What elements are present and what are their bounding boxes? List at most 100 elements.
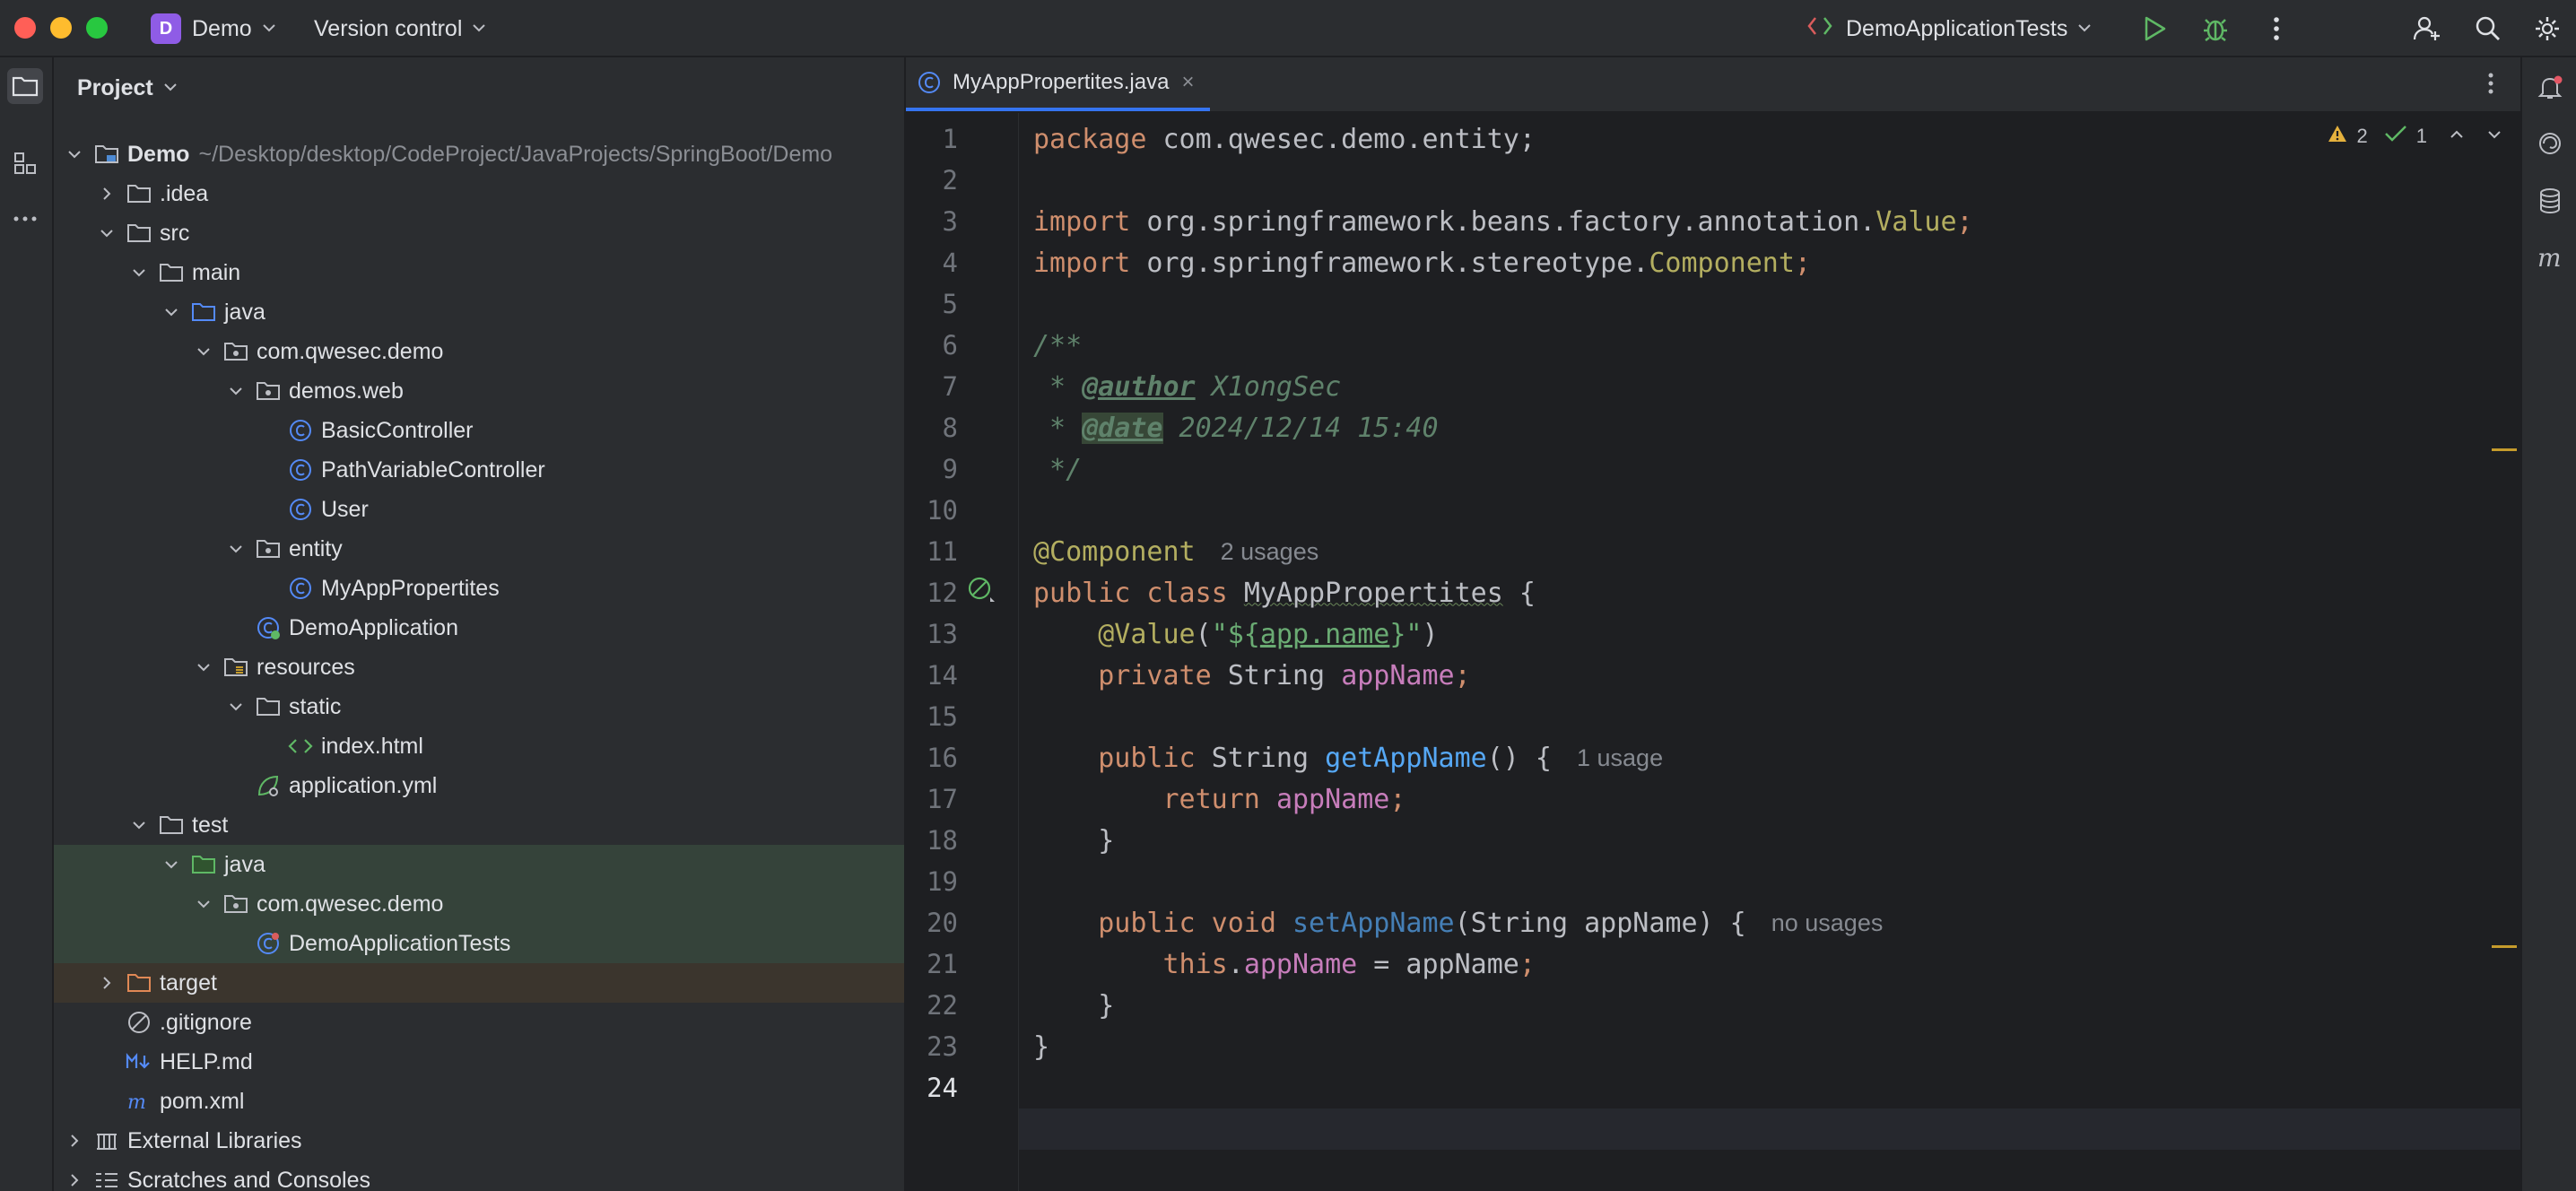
test-class-icon (255, 930, 282, 957)
code-text: = appName (1357, 948, 1519, 980)
tree-node-resources[interactable]: resources (54, 648, 904, 687)
usages-hint[interactable]: no usages (1771, 909, 1884, 937)
tree-node-class[interactable]: DemoApplication (54, 608, 904, 648)
tree-node-file[interactable]: index.html (54, 726, 904, 766)
tree-node-label: com.qwesec.demo (257, 891, 444, 917)
tree-node-package-selected[interactable]: entity (54, 529, 904, 569)
tree-node-file[interactable]: HELP.md (54, 1042, 904, 1082)
chevron-down-icon[interactable] (97, 213, 117, 253)
bean-gutter-icon[interactable] (965, 574, 997, 606)
more-options-icon[interactable] (2262, 14, 2291, 43)
class-icon (917, 70, 942, 95)
tree-node-scratches[interactable]: Scratches and Consoles (54, 1161, 904, 1191)
close-window-button[interactable] (14, 17, 36, 39)
scratches-icon (93, 1167, 120, 1191)
test-source-folder-icon (190, 851, 217, 878)
tree-node-class[interactable]: User (54, 490, 904, 529)
tree-node-class[interactable]: MyAppPropertites (54, 569, 904, 608)
line-number: 20 (927, 908, 958, 938)
line-number: 22 (927, 990, 958, 1021)
string: "${ (1211, 618, 1260, 650)
tree-node-package[interactable]: com.qwesec.demo (54, 332, 904, 371)
maximize-window-button[interactable] (86, 17, 108, 39)
field-name: appName (1243, 948, 1358, 980)
chevron-down-icon[interactable] (226, 371, 246, 411)
tree-node-idea[interactable]: .idea (54, 174, 904, 213)
chevron-right-icon[interactable] (97, 174, 117, 213)
class-name: MyAppPropertites (1243, 577, 1503, 609)
tree-node-class[interactable]: PathVariableController (54, 450, 904, 490)
project-panel-title: Project (77, 74, 153, 100)
more-tools-icon[interactable] (7, 201, 43, 237)
usages-hint[interactable]: 2 usages (1221, 538, 1319, 566)
tree-node-test-package[interactable]: com.qwesec.demo (54, 884, 904, 924)
chevron-down-icon[interactable] (161, 845, 181, 884)
line-number: 8 (942, 413, 958, 443)
search-icon[interactable] (2474, 14, 2502, 43)
semicolon: ; (1389, 783, 1406, 815)
code-area[interactable]: package com.qwesec.demo.entity; import o… (1019, 113, 2520, 1191)
chevron-down-icon[interactable] (65, 135, 84, 174)
chevron-right-icon[interactable] (65, 1121, 84, 1161)
annotation-class: Value (1875, 205, 1957, 238)
chevron-down-icon[interactable] (194, 332, 213, 371)
project-path: ~/Desktop/desktop/CodeProject/JavaProjec… (198, 141, 833, 167)
chevron-right-icon[interactable] (97, 963, 117, 1003)
tree-node-static[interactable]: static (54, 687, 904, 726)
chevron-down-icon[interactable] (161, 292, 181, 332)
tree-node-external-libraries[interactable]: External Libraries (54, 1121, 904, 1161)
structure-tool-icon[interactable] (7, 145, 43, 181)
usages-hint[interactable]: 1 usage (1577, 744, 1663, 772)
tree-node-label: MyAppPropertites (321, 575, 500, 601)
tree-node-demo[interactable]: Demo ~/Desktop/desktop/CodeProject/JavaP… (54, 135, 904, 174)
line-number: 9 (942, 454, 958, 484)
tab-options-icon[interactable] (2477, 70, 2504, 97)
chevron-down-icon[interactable] (194, 648, 213, 687)
run-icon[interactable] (2140, 14, 2169, 43)
tree-node-test-class[interactable]: DemoApplicationTests (54, 924, 904, 963)
tree-node-file[interactable]: .gitignore (54, 1003, 904, 1042)
tree-node-src[interactable]: src (54, 213, 904, 253)
tree-node-main[interactable]: main (54, 253, 904, 292)
tree-node-test-java[interactable]: java (54, 845, 904, 884)
excluded-folder-icon (126, 969, 152, 996)
close-tab-icon[interactable]: × (1181, 70, 1194, 95)
chevron-down-icon[interactable] (129, 805, 149, 845)
type-name: String (1195, 742, 1326, 774)
maven-icon[interactable]: m (2532, 240, 2568, 276)
settings-gear-icon[interactable] (2533, 14, 2562, 43)
tree-node-java[interactable]: java (54, 292, 904, 332)
tree-node-file[interactable]: m pom.xml (54, 1082, 904, 1121)
tree-node-test[interactable]: test (54, 805, 904, 845)
tree-node-target[interactable]: target (54, 963, 904, 1003)
notifications-bell-icon[interactable] (2532, 70, 2568, 106)
annotation: @Component (1033, 535, 1196, 568)
class-icon (287, 575, 314, 602)
ai-assistant-icon[interactable] (2532, 126, 2568, 161)
project-tool-button[interactable] (7, 68, 43, 104)
chevron-down-icon[interactable] (194, 884, 213, 924)
project-panel-header[interactable]: Project (77, 57, 178, 118)
minimize-window-button[interactable] (50, 17, 72, 39)
editor-tab-active[interactable]: MyAppPropertites.java × (906, 57, 1211, 111)
code-line: * @date 2024/12/14 15:40 (1033, 407, 2535, 448)
chevron-down-icon[interactable] (226, 687, 246, 726)
tree-node-class[interactable]: BasicController (54, 411, 904, 450)
add-user-icon[interactable] (2413, 14, 2441, 43)
line-number: 17 (927, 784, 958, 814)
version-control-menu[interactable]: Version control (314, 0, 487, 57)
chevron-down-icon[interactable] (129, 253, 149, 292)
run-configuration-selector[interactable]: DemoApplicationTests (1806, 0, 2093, 57)
tree-node-file[interactable]: application.yml (54, 766, 904, 805)
debug-icon[interactable] (2201, 14, 2230, 43)
method-name: setAppName (1292, 907, 1455, 939)
line-number: 10 (927, 495, 958, 526)
line-number: 7 (942, 371, 958, 402)
code-line: this. appName = appName; (1033, 943, 2535, 985)
chevron-right-icon[interactable] (65, 1161, 84, 1191)
database-icon[interactable] (2532, 183, 2568, 219)
project-switcher[interactable]: D Demo (151, 0, 277, 57)
chevron-down-icon[interactable] (226, 529, 246, 569)
tree-node-package[interactable]: demos.web (54, 371, 904, 411)
